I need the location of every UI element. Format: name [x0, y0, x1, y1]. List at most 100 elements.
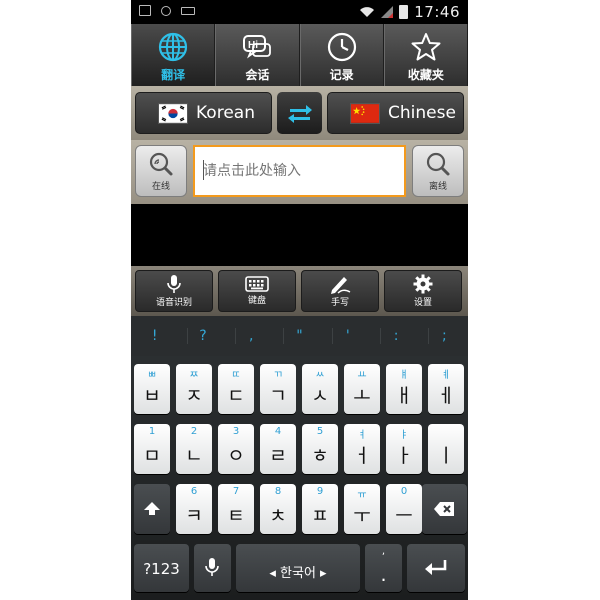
letter-key[interactable]: 9ㅍ: [302, 484, 338, 534]
letter-key[interactable]: ㅉㅈ: [176, 364, 212, 414]
tab-translate[interactable]: 翻译: [131, 24, 216, 86]
period-key[interactable]: ,.: [365, 544, 402, 592]
clock-icon: [327, 32, 356, 62]
key-area: ㅃㅂㅉㅈㄸㄷㄲㄱㅆㅅㅛㅗㅒㅐㅖㅔ1ㅁ2ㄴ3ㅇ4ㄹ5ㅎㅕㅓㅑㅏㅣ6ㅋ7ㅌ8ㅊ9ㅍㅠ…: [131, 356, 468, 600]
battery-icon: [399, 5, 409, 19]
letter-key[interactable]: ㅕㅓ: [344, 424, 380, 474]
search-notification-icon: [161, 5, 171, 16]
space-key[interactable]: ◂ 한국어 ▸: [236, 544, 360, 592]
letter-key[interactable]: 3ㅇ: [218, 424, 254, 474]
key-hint: 4: [274, 426, 282, 437]
key-label: ㄱ: [269, 385, 287, 407]
key-hint: ㅕ: [357, 430, 367, 441]
handwriting-button[interactable]: 手写: [301, 270, 379, 312]
symbol-key[interactable]: ,: [235, 328, 266, 344]
source-language-button[interactable]: Korean: [135, 92, 272, 134]
china-flag-icon: [350, 102, 380, 124]
voice-input-key[interactable]: [194, 544, 231, 592]
key-hint: ㅃ: [147, 370, 157, 381]
letter-key[interactable]: 2ㄴ: [176, 424, 212, 474]
phone-screen: 17:46 翻译 Hi 会话 记录 收藏夹 Korean Chinese 在线 …: [131, 0, 468, 600]
keyboard-label: 键盘: [247, 296, 266, 306]
letter-key[interactable]: 7ㅌ: [218, 484, 254, 534]
voice-recognition-button[interactable]: 语音识别: [135, 270, 213, 312]
letter-key[interactable]: ㄸㄷ: [218, 364, 254, 414]
backspace-key[interactable]: [422, 484, 467, 534]
offline-search-icon: [426, 152, 450, 175]
online-search-button[interactable]: 在线: [135, 145, 187, 197]
letter-key[interactable]: ㅒㅐ: [386, 364, 422, 414]
key-label: ㅡ: [395, 505, 413, 527]
letter-key[interactable]: ㄲㄱ: [260, 364, 296, 414]
backspace-icon: [434, 502, 454, 516]
search-row: 在线 离线: [131, 140, 468, 204]
key-hint: ,: [381, 546, 386, 557]
tab-history[interactable]: 记录: [299, 24, 384, 86]
symbol-key[interactable]: :: [380, 328, 411, 344]
key-hint: 3: [232, 426, 240, 437]
key-label: ㅋ: [185, 505, 203, 527]
key-label: ㅅ: [311, 385, 329, 407]
letter-key[interactable]: 0ㅡ: [386, 484, 422, 534]
tab-favorites[interactable]: 收藏夹: [383, 24, 468, 86]
symbol-key[interactable]: ;: [428, 328, 459, 344]
key-label: ㅗ: [353, 385, 371, 407]
shift-key[interactable]: [134, 484, 170, 534]
letter-key[interactable]: ㅖㅔ: [428, 364, 464, 414]
keyboard-button[interactable]: 键盘: [218, 270, 296, 312]
key-hint: 8: [274, 486, 282, 497]
letter-key[interactable]: 8ㅊ: [260, 484, 296, 534]
letter-key[interactable]: ㅑㅏ: [386, 424, 422, 474]
enter-key[interactable]: [407, 544, 465, 592]
source-language-label: Korean: [196, 103, 255, 123]
text-cursor: [203, 160, 204, 180]
symbol-key[interactable]: !: [140, 328, 170, 344]
tab-conversation-label: 会话: [245, 68, 270, 82]
key-label: ㅈ: [185, 385, 203, 407]
voice-recognition-label: 语音识别: [155, 298, 192, 308]
translation-input[interactable]: [193, 145, 406, 197]
letter-key[interactable]: ㅣ: [428, 424, 464, 474]
letter-key[interactable]: ㅠㅜ: [344, 484, 380, 534]
target-language-button[interactable]: Chinese: [327, 92, 464, 134]
letter-key[interactable]: ㅆㅅ: [302, 364, 338, 414]
star-icon: [411, 33, 441, 61]
key-label: ㅊ: [269, 505, 287, 527]
offline-search-button[interactable]: 离线: [412, 145, 464, 197]
key-label: ㅎ: [311, 445, 329, 467]
key-hint: 9: [316, 486, 324, 497]
letter-key[interactable]: 1ㅁ: [134, 424, 170, 474]
korean-keyboard: ! ? , " ' : ; ㅃㅂㅉㅈㄸㄷㄲㄱㅆㅅㅛㅗㅒㅐㅖㅔ1ㅁ2ㄴ3ㅇ4ㄹ5ㅎ…: [131, 316, 468, 600]
microphone-icon: [205, 558, 219, 576]
key-label: ?123: [143, 560, 180, 578]
letter-key[interactable]: 5ㅎ: [302, 424, 338, 474]
settings-button[interactable]: 设置: [384, 270, 462, 312]
key-label: ◂ 한국어 ▸: [269, 566, 327, 581]
symbol-key[interactable]: ': [331, 328, 363, 344]
tab-conversation[interactable]: Hi 会话: [215, 24, 300, 86]
target-language-label: Chinese: [388, 103, 456, 123]
key-label: ㄹ: [269, 445, 287, 467]
key-label: ㅇ: [227, 445, 245, 467]
key-hint: 0: [400, 486, 408, 497]
shift-icon: [144, 502, 160, 515]
symbol-key[interactable]: ?: [186, 328, 218, 344]
korea-flag-icon: [158, 102, 188, 124]
key-hint: ㅉ: [189, 370, 199, 381]
symbols-key[interactable]: ?123: [134, 544, 189, 592]
key-label: ㅌ: [227, 505, 245, 527]
symbol-key[interactable]: ": [283, 328, 314, 344]
status-bar: 17:46: [131, 0, 468, 24]
tab-favorites-label: 收藏夹: [407, 68, 444, 82]
letter-key[interactable]: ㅃㅂ: [134, 364, 170, 414]
hi-chat-icon: Hi: [243, 35, 272, 59]
enter-icon: [425, 560, 447, 575]
letter-key[interactable]: 6ㅋ: [176, 484, 212, 534]
input-tools-bar: 语音识别 键盘 手写 设置: [131, 266, 468, 316]
key-hint: 6: [190, 486, 198, 497]
letter-key[interactable]: 4ㄹ: [260, 424, 296, 474]
pen-icon: [331, 277, 351, 294]
swap-languages-button[interactable]: [277, 92, 322, 134]
letter-key[interactable]: ㅛㅗ: [344, 364, 380, 414]
key-label: .: [380, 564, 387, 586]
